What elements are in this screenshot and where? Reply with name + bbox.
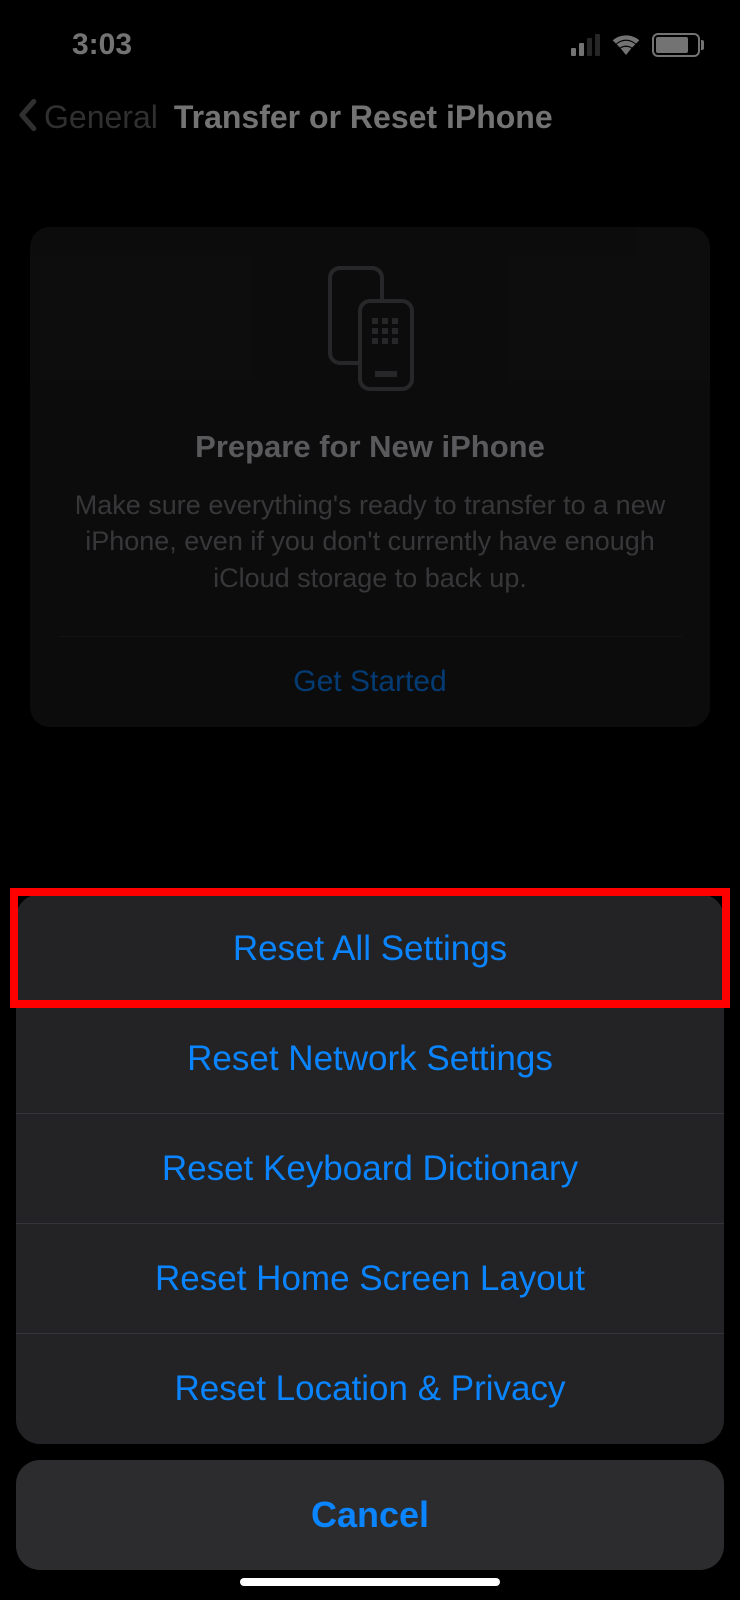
back-button-label[interactable]: General xyxy=(44,99,158,136)
nav-bar: General Transfer or Reset iPhone xyxy=(0,90,740,157)
reset-home-screen-layout-button[interactable]: Reset Home Screen Layout xyxy=(16,1224,724,1334)
status-icons xyxy=(571,31,700,60)
status-time: 3:03 xyxy=(72,28,132,62)
prepare-card: Prepare for New iPhone Make sure everyth… xyxy=(30,227,710,727)
status-bar: 3:03 xyxy=(0,0,740,90)
reset-location-privacy-button[interactable]: Reset Location & Privacy xyxy=(16,1334,724,1444)
transfer-phones-icon xyxy=(58,263,682,393)
reset-keyboard-dictionary-button[interactable]: Reset Keyboard Dictionary xyxy=(16,1114,724,1224)
action-sheet-options: Reset All Settings Reset Network Setting… xyxy=(16,894,724,1444)
home-indicator[interactable] xyxy=(240,1578,500,1586)
action-sheet: Reset All Settings Reset Network Setting… xyxy=(16,894,724,1570)
get-started-button[interactable]: Get Started xyxy=(58,636,682,727)
page-title: Transfer or Reset iPhone xyxy=(174,99,553,136)
reset-network-settings-button[interactable]: Reset Network Settings xyxy=(16,1004,724,1114)
prepare-description: Make sure everything's ready to transfer… xyxy=(58,487,682,596)
reset-all-settings-button[interactable]: Reset All Settings xyxy=(16,894,724,1004)
chevron-left-icon[interactable] xyxy=(16,98,38,137)
battery-icon xyxy=(652,33,700,57)
prepare-title: Prepare for New iPhone xyxy=(58,429,682,465)
wifi-icon xyxy=(610,31,642,60)
cancel-button[interactable]: Cancel xyxy=(16,1460,724,1570)
cellular-signal-icon xyxy=(571,34,600,56)
